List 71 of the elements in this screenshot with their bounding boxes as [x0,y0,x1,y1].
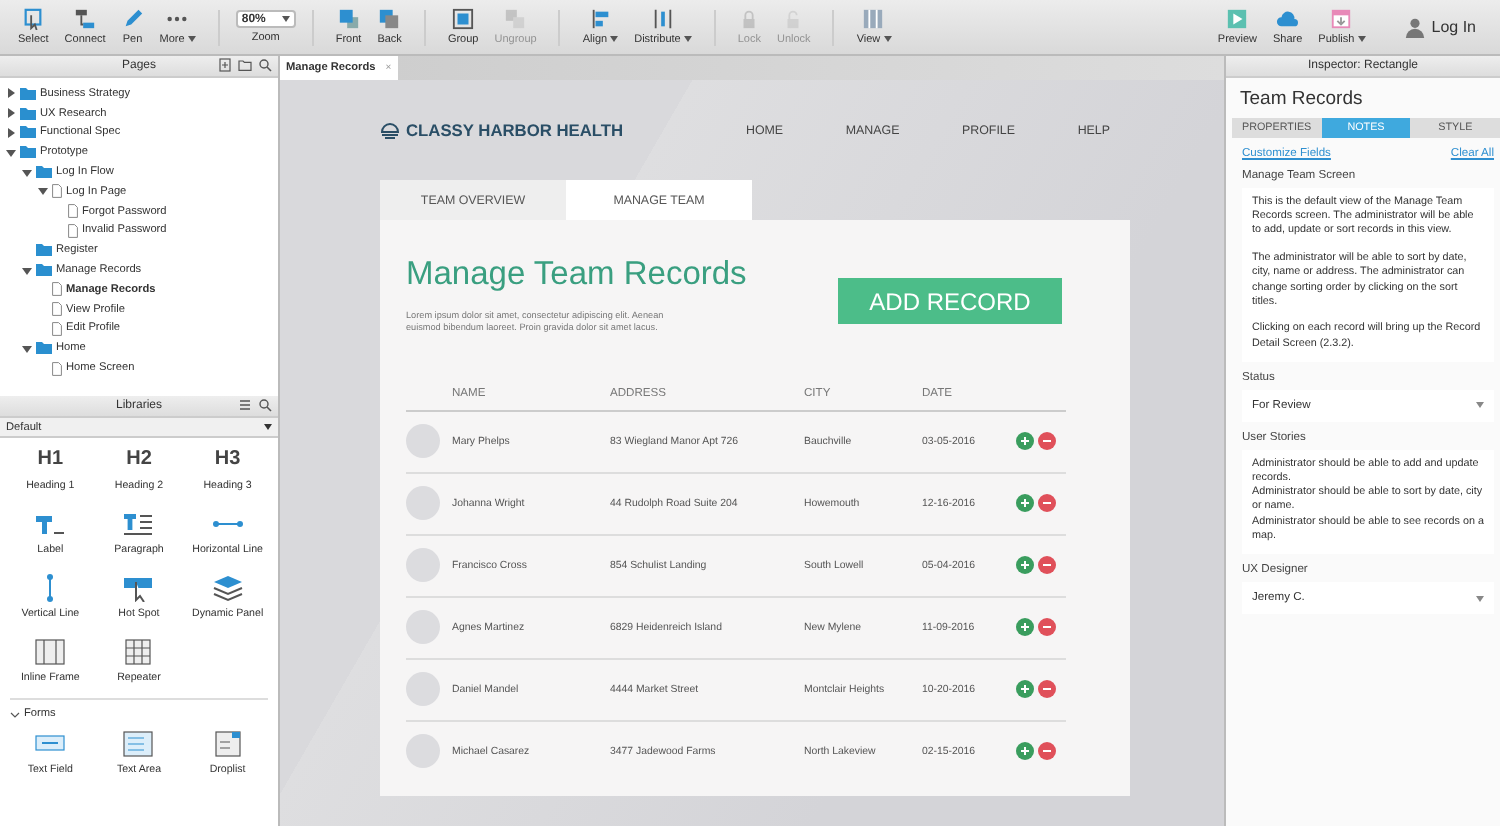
paragraph-icon [122,510,155,538]
vertical-line-icon [46,574,55,602]
collapsed-arrow-icon[interactable] [6,88,16,99]
lock-icon [738,8,761,30]
avatar [406,672,440,707]
label-icon [34,510,67,538]
expanded-arrow-icon[interactable] [22,343,32,354]
expanded-arrow-icon[interactable] [6,147,16,158]
add-icon[interactable] [1016,680,1034,699]
unlock-icon [782,8,805,30]
pen-icon [121,8,144,30]
publish-icon [1330,8,1353,30]
heading-glyph: H1 [37,446,64,474]
expanded-arrow-icon[interactable] [38,186,48,197]
inline-frame-icon [34,638,67,666]
avatar [406,548,440,583]
dome-logo-icon [380,120,400,140]
chevron-icon [10,709,20,719]
group-icon [452,8,475,30]
login-button[interactable]: Log In [1391,14,1488,40]
folder-icon [36,342,52,355]
align-icon [589,8,612,30]
heading-glyph: H2 [126,446,152,474]
heading-glyph: H3 [214,446,241,474]
user-icon [1403,16,1426,38]
hot-spot-icon [122,574,155,602]
avatar [406,610,440,645]
brand-name: CLASSY HARBOR HEALTH [406,120,624,140]
grid-icon [122,638,155,666]
expanded-arrow-icon[interactable] [22,167,32,178]
collapsed-arrow-icon[interactable] [6,108,16,119]
remove-icon[interactable] [1038,742,1056,761]
add-folder-icon[interactable] [238,58,252,72]
select-icon [22,8,45,30]
connect-icon [74,8,97,30]
remove-icon[interactable] [1038,556,1056,575]
menu-icon[interactable] [238,398,252,412]
remove-icon[interactable] [1038,618,1056,637]
remove-icon[interactable] [1038,432,1056,451]
droplist-icon [211,730,244,758]
add-icon[interactable] [1016,618,1034,637]
view-icon [862,8,885,30]
ungroup-icon [504,8,527,30]
front-icon [337,8,360,30]
remove-icon[interactable] [1038,494,1056,513]
avatar [406,424,440,459]
widget-name: Team Records [1240,88,1365,110]
page-icon [52,361,62,376]
layers-icon [211,574,244,602]
caret-icon [281,16,290,22]
add-icon[interactable] [1016,494,1034,513]
add-icon[interactable] [1016,556,1034,575]
back-icon [378,8,401,30]
page-heading: Manage Team Records [406,256,747,294]
expanded-arrow-icon[interactable] [22,265,32,276]
caret-icon [1476,402,1484,409]
search-icon[interactable] [258,58,272,72]
collapsed-arrow-icon[interactable] [6,127,16,138]
text-area-icon [122,730,155,758]
caret-icon [1476,595,1484,602]
distribute-icon [651,8,674,30]
add-icon[interactable] [1016,432,1034,451]
add-page-icon[interactable] [218,58,232,72]
search-icon[interactable] [258,398,272,412]
add-icon[interactable] [1016,742,1034,761]
cloud-icon [1276,8,1299,30]
play-icon [1226,8,1249,30]
caret-icon [264,424,272,430]
avatar [406,486,440,521]
avatar [406,734,440,769]
remove-icon[interactable] [1038,680,1056,699]
